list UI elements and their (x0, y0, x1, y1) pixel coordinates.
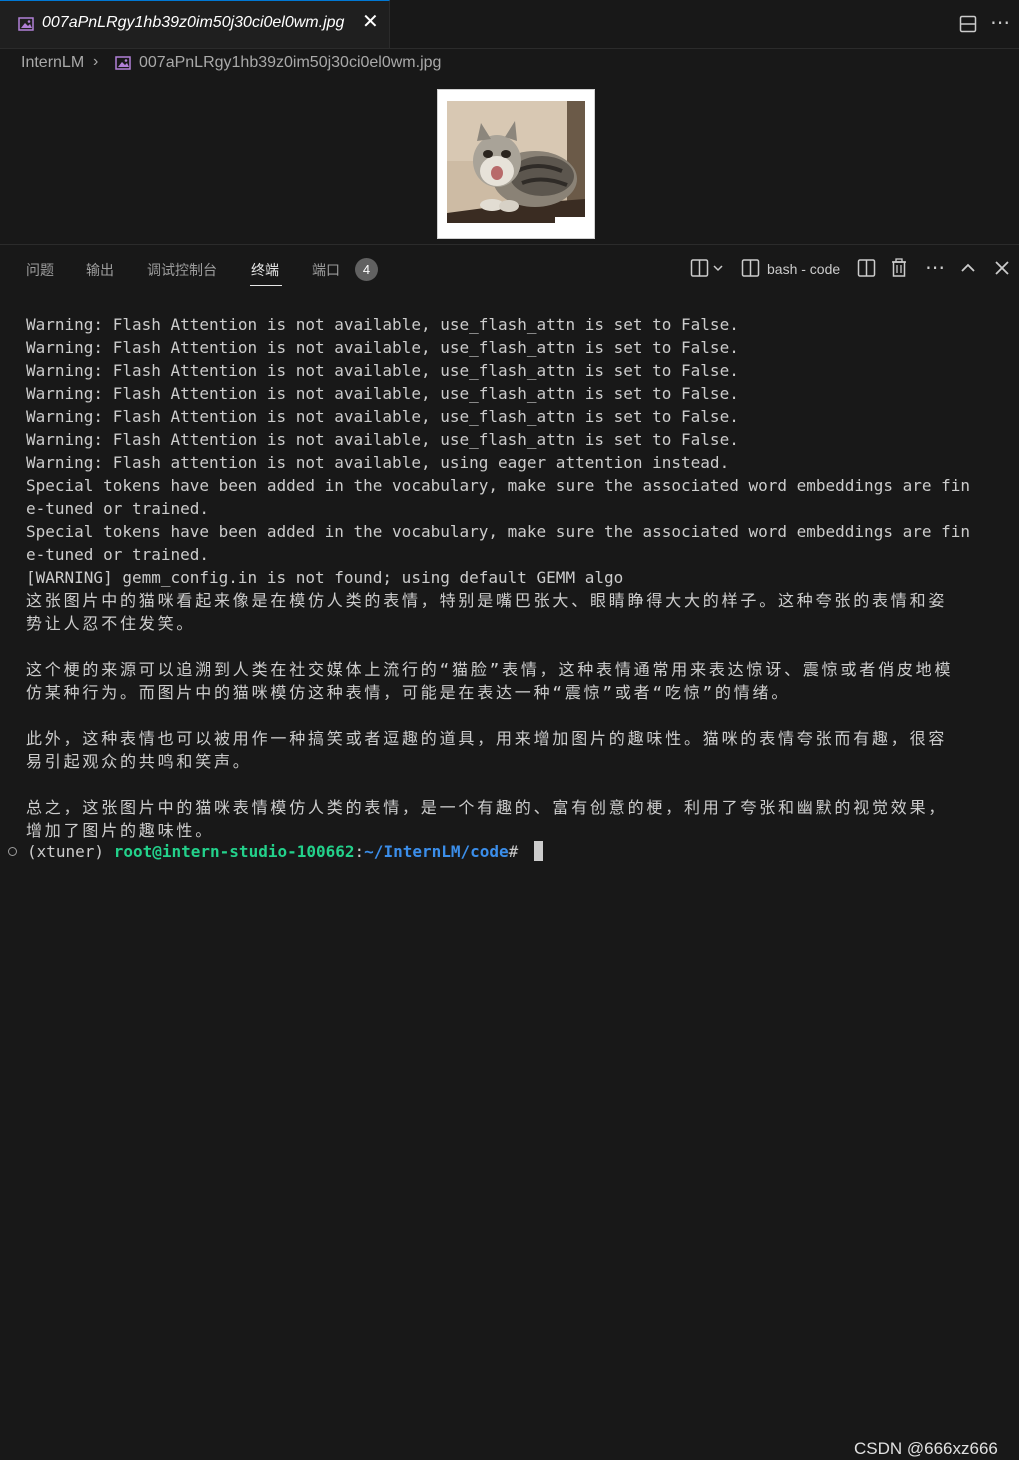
terminal-line: e-tuned or trained. (26, 499, 210, 518)
terminal-name[interactable]: bash - code (767, 261, 840, 277)
terminal-line: 总之，这张图片中的猫咪表情模仿人类的表情，是一个有趣的、富有创意的梗，利用了夸张… (26, 798, 948, 817)
terminal-line: Warning: Flash Attention is not availabl… (26, 407, 739, 426)
prompt-path: ~/InternLM/code (364, 842, 509, 861)
terminal-line: [WARNING] gemm_config.in is not found; u… (26, 568, 624, 587)
breadcrumb: InternLM › 007aPnLRgy1hb39z0im50j30ci0el… (0, 48, 1019, 78)
terminal-line: Warning: Flash Attention is not availabl… (26, 384, 739, 403)
image-preview (437, 89, 595, 239)
prompt-text: (xtuner) root@intern-studio-100662:~/Int… (27, 841, 543, 863)
terminal-line: Warning: Flash Attention is not availabl… (26, 361, 739, 380)
image-file-icon (115, 56, 131, 75)
tab-ports[interactable]: 端口 (312, 260, 340, 280)
tab-terminal[interactable]: 终端 (251, 260, 279, 280)
terminal-line: e-tuned or trained. (26, 545, 210, 564)
prompt-user: root@intern-studio-100662 (113, 842, 355, 861)
tab-output[interactable]: 输出 (86, 260, 114, 280)
tab-title: 007aPnLRgy1hb39z0im50j30ci0el0wm.jpg (42, 14, 345, 31)
breadcrumb-file[interactable]: 007aPnLRgy1hb39z0im50j30ci0el0wm.jpg (139, 54, 441, 72)
cat-photo (447, 101, 585, 223)
terminal-line: 易引起观众的共鸣和笑声。 (26, 752, 252, 771)
terminal-line: 增加了图片的趣味性。 (26, 821, 215, 840)
close-panel-icon[interactable] (994, 258, 1010, 283)
ports-count-badge: 4 (355, 258, 378, 281)
terminal-line: Warning: Flash Attention is not availabl… (26, 315, 739, 334)
terminal-line: 此外，这种表情也可以被用作一种搞笑或者逗趣的道具，用来增加图片的趣味性。猫咪的表… (26, 729, 948, 748)
editor-tab[interactable]: 007aPnLRgy1hb39z0im50j30ci0el0wm.jpg ✕ (0, 0, 390, 48)
editor-tab-bar: 007aPnLRgy1hb39z0im50j30ci0el0wm.jpg ✕ ⋯ (0, 0, 1019, 49)
more-actions-icon[interactable]: ⋯ (990, 10, 1011, 35)
tab-problems[interactable]: 问题 (26, 260, 54, 280)
terminal-line: Warning: Flash attention is not availabl… (26, 453, 730, 472)
new-terminal-layout-icon[interactable] (690, 258, 726, 283)
maximize-panel-icon[interactable] (960, 258, 976, 283)
breadcrumb-root[interactable]: InternLM (21, 54, 84, 72)
terminal-line: Warning: Flash Attention is not availabl… (26, 338, 739, 357)
terminal-line: 这张图片中的猫咪看起来像是在模仿人类的表情，特别是嘴巴张大、眼睛睁得大大的样子。… (26, 591, 948, 610)
active-tab-indicator (250, 285, 282, 286)
terminal-line: 这个梗的来源可以追溯到人类在社交媒体上流行的“猫脸”表情，这种表情通常用来表达惊… (26, 660, 954, 679)
terminal-line: 仿某种行为。而图片中的猫咪模仿这种表情，可能是在表达一种“震惊”或者“吃惊”的情… (26, 683, 791, 702)
terminal-line: Warning: Flash Attention is not availabl… (26, 430, 739, 449)
chevron-right-icon: › (93, 53, 99, 70)
split-editor-icon[interactable] (959, 15, 977, 38)
more-actions-icon[interactable]: ⋯ (925, 255, 945, 280)
split-terminal-icon[interactable] (857, 258, 877, 283)
bottom-panel: 问题 输出 调试控制台 终端 端口 4 bash - code ⋯ Warnin… (0, 244, 1019, 1458)
tab-debug-console[interactable]: 调试控制台 (147, 260, 217, 280)
terminal-cursor (533, 841, 543, 861)
trash-icon[interactable] (890, 258, 908, 283)
image-file-icon (18, 17, 34, 36)
terminal-panel-icon[interactable] (741, 258, 761, 283)
terminal-line: Special tokens have been added in the vo… (26, 522, 971, 541)
terminal-prompt[interactable]: (xtuner) root@intern-studio-100662:~/Int… (0, 841, 1019, 1458)
watermark: CSDN @666xz666 (854, 1439, 998, 1458)
terminal-line: Special tokens have been added in the vo… (26, 476, 971, 495)
terminal-output[interactable]: Warning: Flash Attention is not availabl… (26, 313, 1011, 842)
command-decoration-icon[interactable] (8, 847, 17, 856)
terminal-line: 势让人忍不住发笑。 (26, 614, 196, 633)
close-tab-icon[interactable]: ✕ (362, 12, 379, 32)
